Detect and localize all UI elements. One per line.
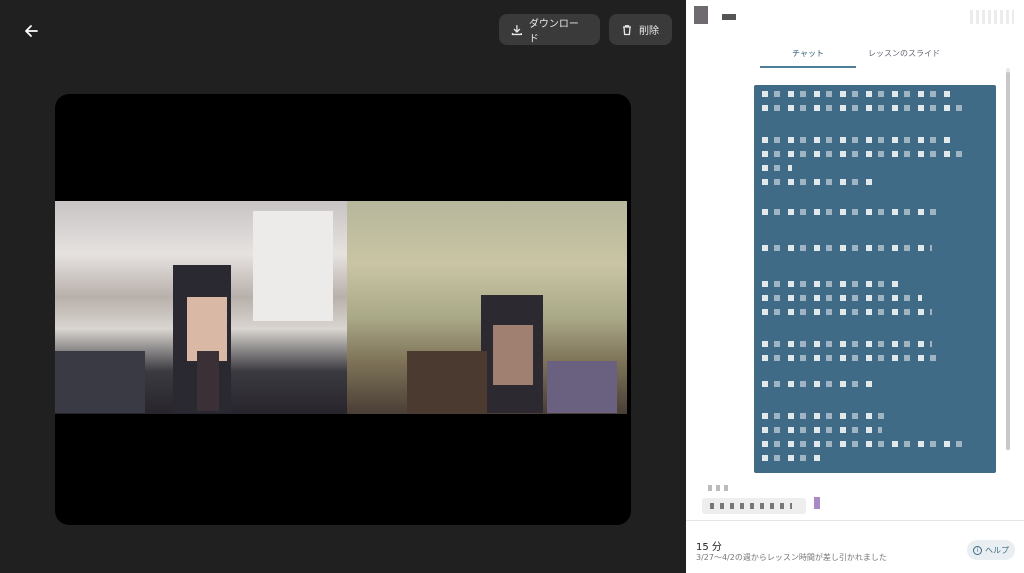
- panel-tabs: チャット レッスンのスライド: [760, 42, 952, 68]
- trash-icon: [623, 24, 631, 35]
- deduction-note: 3/27〜4/2の週からレッスン時間が差し引かれました: [696, 553, 887, 562]
- arrow-left-icon: [25, 25, 38, 37]
- delete-label: 削除: [639, 26, 659, 37]
- tab-chat[interactable]: チャット: [760, 42, 856, 68]
- lesson-duration: 15 分: [696, 542, 722, 553]
- tab-lesson-slides[interactable]: レッスンのスライド: [856, 42, 952, 68]
- message-marker: [814, 497, 820, 509]
- help-button[interactable]: i ヘルプ: [967, 540, 1015, 560]
- participant-video-left: [55, 201, 347, 414]
- back-button[interactable]: [14, 14, 48, 48]
- download-button[interactable]: ダウンロード: [499, 14, 600, 45]
- video-frame: [55, 201, 627, 414]
- video-player[interactable]: [55, 94, 631, 525]
- video-pane: ダウンロード 削除: [0, 0, 686, 573]
- chat-side-panel: チャット レッスンのスライド 15 分 3/27〜4/2の週からレッスン時間が差…: [686, 0, 1024, 573]
- header-info-redacted: [970, 10, 1014, 24]
- chat-scrollbar-thumb[interactable]: [1006, 72, 1010, 450]
- teacher-name-redacted: [722, 14, 736, 20]
- chat-message-text-redacted: [710, 503, 792, 509]
- info-icon: i: [973, 545, 982, 555]
- avatar: [694, 6, 708, 24]
- delete-button[interactable]: 削除: [609, 14, 672, 45]
- message-sender-redacted: [708, 485, 732, 491]
- chat-messages: [686, 70, 1014, 520]
- chat-message-bubble: [754, 85, 996, 473]
- download-icon: [511, 24, 522, 35]
- footer-divider: [686, 520, 1024, 521]
- help-label: ヘルプ: [985, 545, 1009, 555]
- download-label: ダウンロード: [528, 18, 579, 45]
- participant-video-right: [347, 201, 627, 414]
